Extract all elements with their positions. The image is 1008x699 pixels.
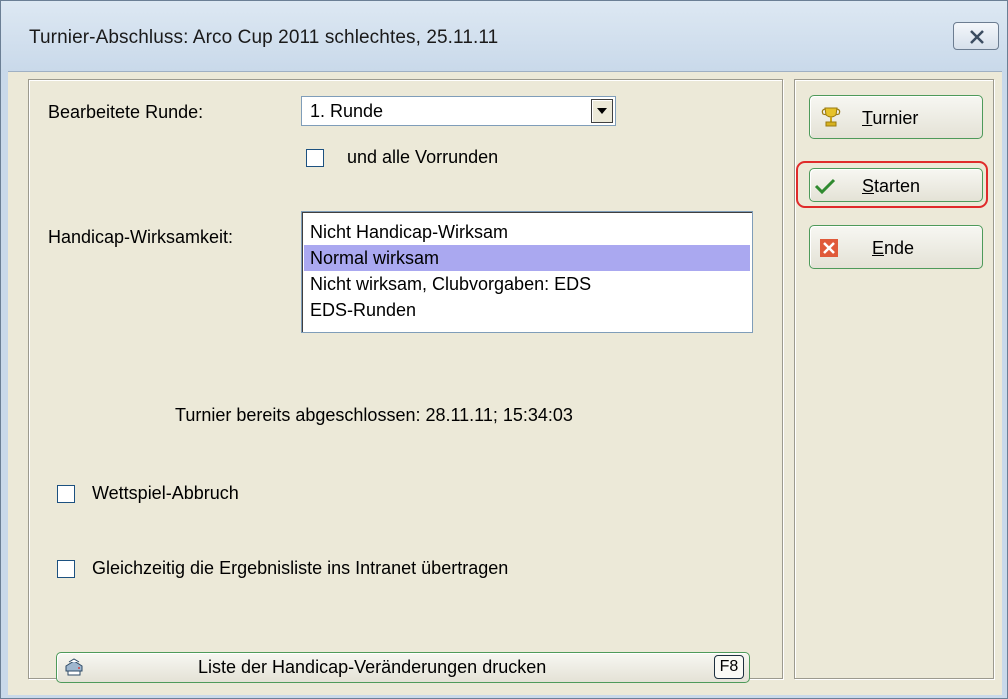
handicap-listbox[interactable]: Nicht Handicap-Wirksam Normal wirksam Ni… [301, 211, 753, 333]
handicap-label: Handicap-Wirksamkeit: [48, 227, 234, 247]
f8-shortcut-badge: F8 [714, 655, 744, 679]
window-title: Turnier-Abschluss: Arco Cup 2011 schlech… [29, 27, 499, 48]
ende-accelerator: E [872, 238, 885, 258]
handicap-option[interactable]: EDS-Runden [304, 297, 750, 323]
all-prior-rounds-label: und alle Vorrunden [347, 147, 499, 167]
round-dropdown-value: 1. Runde [310, 101, 384, 121]
abort-checkbox[interactable] [57, 485, 75, 503]
round-dropdown-button[interactable] [591, 99, 613, 123]
all-prior-rounds-checkbox[interactable] [306, 149, 324, 167]
round-dropdown[interactable]: 1. Runde [301, 96, 616, 126]
options-panel [28, 79, 783, 679]
chevron-down-icon [597, 108, 607, 114]
title-bar[interactable]: Turnier-Abschluss: Arco Cup 2011 schlech… [1, 1, 1007, 71]
close-icon [970, 30, 984, 44]
handicap-option[interactable]: Nicht wirksam, Clubvorgaben: EDS [304, 271, 750, 297]
trophy-icon [821, 107, 841, 127]
turnier-button[interactable]: Turnier [809, 95, 983, 139]
print-handicap-changes-button[interactable]: Liste der Handicap-Veränderungen drucken [56, 652, 750, 683]
ende-label-rest: nde [884, 238, 915, 258]
round-label: Bearbeitete Runde: [48, 102, 204, 122]
turnier-button-label: Turnier [862, 108, 918, 129]
dialog-window: Turnier-Abschluss: Arco Cup 2011 schlech… [0, 0, 1008, 699]
print-button-label: Liste der Handicap-Veränderungen drucken [198, 657, 547, 677]
ende-button[interactable]: Ende [809, 225, 983, 269]
starten-highlight-outline [796, 161, 988, 208]
handicap-option[interactable]: Nicht Handicap-Wirksam [304, 219, 750, 245]
ende-button-label: Ende [872, 238, 914, 259]
red-x-icon [820, 239, 838, 257]
intranet-checkbox[interactable] [57, 560, 75, 578]
handicap-option-selected[interactable]: Normal wirksam [304, 245, 750, 271]
printer-icon [65, 658, 83, 676]
close-button[interactable] [953, 22, 999, 50]
turnier-label-rest: urnier [872, 108, 919, 128]
turnier-accelerator: T [862, 108, 873, 128]
status-text: Turnier bereits abgeschlossen: 28.11.11;… [175, 405, 573, 425]
intranet-label: Gleichzeitig die Ergebnisliste ins Intra… [92, 558, 509, 578]
abort-label: Wettspiel-Abbruch [92, 483, 239, 503]
